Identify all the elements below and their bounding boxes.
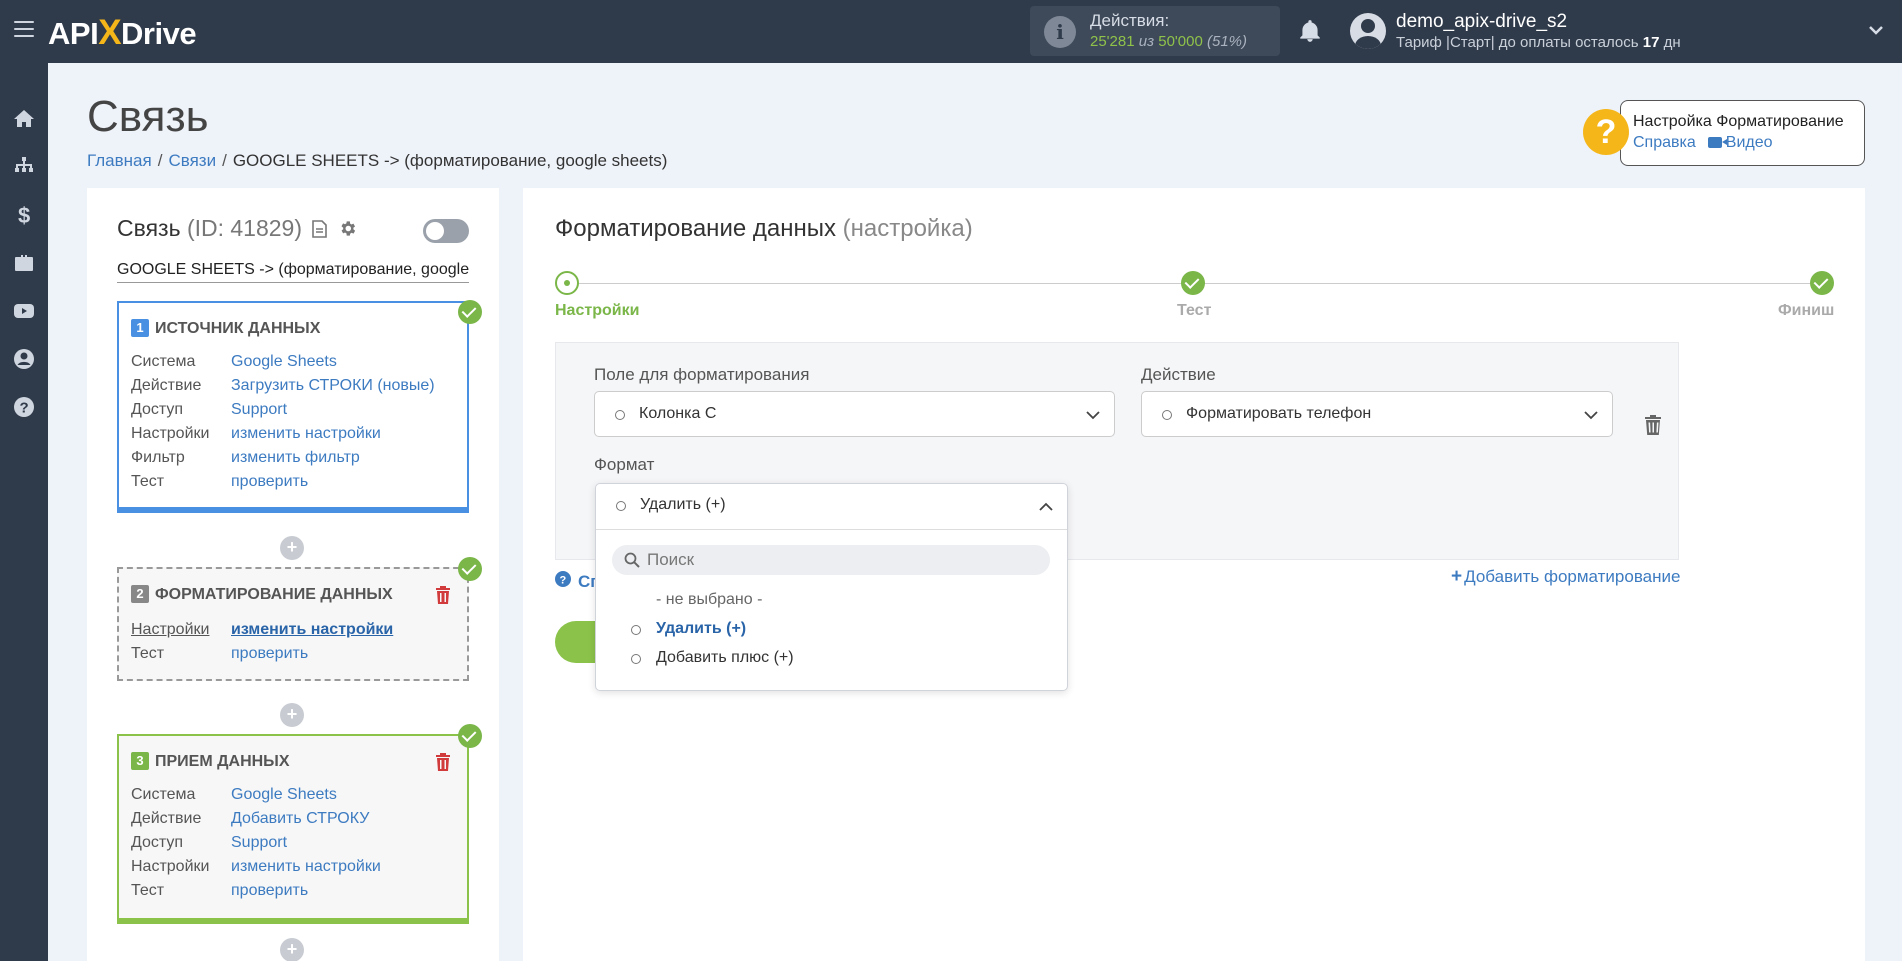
field-select[interactable]: Колонка С: [594, 391, 1115, 437]
add-block-button[interactable]: +: [280, 536, 304, 560]
actions-counter[interactable]: i Действия: 25'281 из 50'000 (51%): [1030, 6, 1280, 56]
step-finish-check-icon[interactable]: [1810, 271, 1834, 295]
block-title: 3 ПРИЕМ ДАННЫХ: [131, 752, 290, 771]
format-dropdown[interactable]: Удалить (+) - не выбрано - Удалить (+) Д…: [595, 483, 1068, 691]
add-block-button[interactable]: +: [280, 703, 304, 727]
svg-text:?: ?: [20, 400, 29, 417]
add-block-button[interactable]: +: [280, 938, 304, 961]
info-row: Настройки изменить настройки: [131, 621, 394, 638]
actions-label: Действия:: [1090, 11, 1170, 30]
sidebar: $ ?: [0, 63, 48, 961]
chevron-down-icon: [1086, 411, 1100, 420]
block-title: 1 ИСТОЧНИК ДАННЫХ: [131, 319, 320, 338]
info-row: Система Google Sheets: [131, 786, 337, 803]
trash-icon[interactable]: [435, 753, 451, 771]
help-box: Настройка Форматирование Справка Видео: [1620, 100, 1865, 166]
help-circle-icon[interactable]: ?: [12, 395, 36, 419]
trash-icon[interactable]: [435, 586, 451, 604]
chevron-down-icon: [1584, 411, 1598, 420]
svg-text:?: ?: [560, 575, 567, 587]
top-bar: APIXDrive i Действия: 25'281 из 50'000 (…: [0, 0, 1902, 63]
actions-value: 25'281 из 50'000 (51%): [1090, 33, 1248, 50]
block-title: 2 ФОРМАТИРОВАНИЕ ДАННЫХ: [131, 585, 393, 604]
dollar-icon[interactable]: $: [12, 203, 36, 227]
check-icon: [458, 300, 482, 324]
chevron-up-icon: [1039, 502, 1053, 511]
info-row: Настройки изменить настройки: [131, 858, 381, 875]
connection-panel: Связь (ID: 41829) GOOGLE SHEETS -> (форм…: [87, 188, 499, 961]
check-icon: [458, 557, 482, 581]
format-selected-value: Удалить (+): [640, 496, 726, 513]
search-field[interactable]: [612, 545, 1050, 575]
info-icon: i: [1044, 16, 1076, 48]
option-remove-plus[interactable]: Удалить (+): [631, 620, 746, 638]
info-row: Тест проверить: [131, 882, 309, 899]
search-input[interactable]: [647, 549, 1037, 571]
info-row: Фильтр изменить фильтр: [131, 449, 360, 466]
action-label: Действие: [1141, 365, 1216, 384]
delete-rule-icon[interactable]: [1644, 415, 1662, 435]
page-title: Связь: [87, 92, 209, 141]
gear-icon[interactable]: [338, 219, 357, 238]
info-row: Система Google Sheets: [131, 353, 337, 370]
search-icon: [624, 552, 640, 568]
step-settings-label[interactable]: Настройки: [555, 302, 639, 320]
step-finish-label[interactable]: Финиш: [1778, 302, 1834, 320]
info-row: Тест проверить: [131, 473, 309, 490]
youtube-icon[interactable]: [12, 299, 36, 323]
format-label: Формат: [594, 455, 655, 474]
format-select[interactable]: Удалить (+): [596, 484, 1067, 530]
step-test-check-icon[interactable]: [1181, 271, 1205, 295]
video-camera-icon: [1707, 137, 1727, 148]
info-row: Доступ Support: [131, 834, 288, 851]
connection-name-input[interactable]: GOOGLE SHEETS -> (форматирование, google…: [117, 261, 469, 283]
panel-title: Форматирование данных (настройка): [555, 215, 973, 242]
briefcase-icon[interactable]: [12, 251, 36, 275]
action-select[interactable]: Форматировать телефон: [1141, 391, 1613, 437]
sitemap-icon[interactable]: [12, 155, 36, 179]
help-circle-icon: ?: [555, 571, 571, 587]
info-row: Настройки изменить настройки: [131, 425, 381, 442]
breadcrumb-current: GOOGLE SHEETS -> (форматирование, google…: [232, 151, 668, 170]
breadcrumb-connections[interactable]: Связи: [168, 151, 216, 170]
step-settings-dot[interactable]: [555, 271, 579, 295]
option-add-plus[interactable]: Добавить плюс (+): [631, 649, 794, 667]
menu-icon[interactable]: [14, 21, 34, 39]
question-icon[interactable]: ?: [1583, 109, 1629, 155]
info-row: Доступ Support: [131, 401, 288, 418]
connection-title: Связь (ID: 41829): [117, 215, 357, 242]
breadcrumb: Главная / Связи / GOOGLE SHEETS -> (форматир…: [87, 151, 668, 170]
apix-drive-logo[interactable]: APIXDrive: [48, 13, 197, 53]
formatting-block[interactable]: 2 ФОРМАТИРОВАНИЕ ДАННЫХ Настройки изменить…: [117, 567, 469, 681]
breadcrumb-home[interactable]: Главная: [87, 151, 152, 170]
video-link[interactable]: Видео: [1707, 134, 1773, 151]
step-test-label[interactable]: Тест: [1177, 302, 1211, 320]
svg-text:$: $: [18, 203, 30, 227]
option-none[interactable]: - не выбрано -: [656, 591, 762, 609]
connection-id: (ID: 41829): [186, 215, 303, 241]
add-formatting-link[interactable]: + Добавить форматирование: [1451, 566, 1680, 588]
destination-block[interactable]: 3 ПРИЕМ ДАННЫХ Система Google Sheets Дейст…: [117, 734, 469, 924]
info-row: Действие Загрузить СТРОКИ (новые): [131, 377, 435, 394]
bell-icon[interactable]: [1297, 18, 1323, 44]
user-avatar[interactable]: [1350, 13, 1386, 49]
source-block[interactable]: 1 ИСТОЧНИК ДАННЫХ Система Google Sheets Де…: [117, 301, 469, 513]
info-row: Тест проверить: [131, 645, 309, 662]
document-icon[interactable]: [312, 220, 328, 238]
plan-info: Тариф |Старт| до оплаты осталось 17 дн: [1396, 34, 1681, 51]
home-icon[interactable]: [12, 107, 36, 131]
user-circle-icon[interactable]: [12, 347, 36, 371]
chevron-down-icon[interactable]: [1868, 22, 1884, 38]
help-link[interactable]: Справка: [1633, 134, 1696, 151]
info-row: Действие Добавить СТРОКУ: [131, 810, 370, 827]
check-icon: [458, 724, 482, 748]
field-label: Поле для форматирования: [594, 365, 810, 384]
connection-toggle[interactable]: [423, 219, 469, 243]
user-name[interactable]: demo_apix-drive_s2: [1396, 11, 1567, 33]
help-title: Настройка Форматирование: [1633, 113, 1844, 130]
